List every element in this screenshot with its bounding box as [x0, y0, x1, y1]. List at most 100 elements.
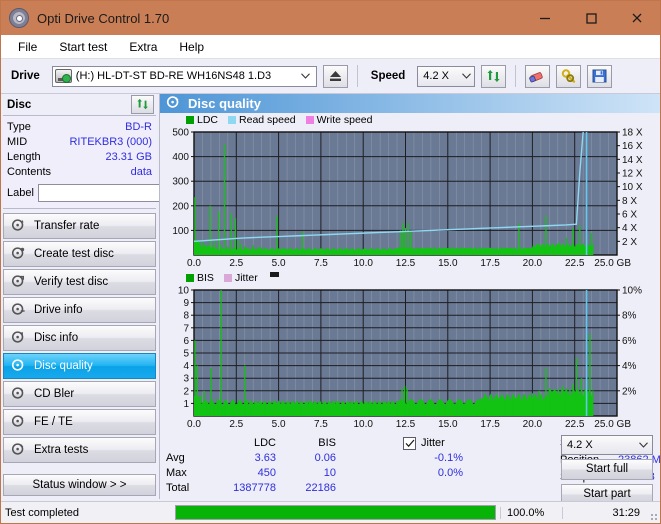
- sidebar: Disc Type BD-R MID RITEKBR3 (000) Length…: [1, 94, 238, 499]
- toolbar: Drive (H:) HL-DT-ST BD-RE WH16NS48 1.D3 …: [1, 59, 660, 94]
- sidebar-item-create-test-disc[interactable]: Create test disc: [3, 241, 156, 267]
- speed-label: Speed: [370, 70, 406, 82]
- close-icon[interactable]: [614, 1, 660, 35]
- sidebar-item-label: Drive info: [34, 304, 83, 316]
- stats-row-label: Avg: [166, 452, 185, 465]
- svg-text:7: 7: [183, 323, 189, 334]
- disc-info-panel: Type BD-R MID RITEKBR3 (000) Length 23.3…: [3, 116, 238, 209]
- svg-text:17.5: 17.5: [480, 419, 500, 430]
- sidebar-item-label: FE / TE: [34, 416, 73, 428]
- stats-avg-bis: 0.06: [314, 452, 336, 465]
- svg-text:15.0: 15.0: [438, 258, 458, 269]
- test-speed-value: 4.2 X: [567, 438, 593, 451]
- sidebar-item-drive-info[interactable]: Drive info: [3, 297, 156, 323]
- svg-text:22.5: 22.5: [565, 419, 585, 430]
- menu-item-extra[interactable]: Extra: [120, 37, 166, 57]
- chart-2-legend: BIS Jitter: [160, 272, 660, 284]
- speed-select-value: 4.2 X: [423, 70, 449, 82]
- disc-info-row-type: Type BD-R: [7, 119, 152, 134]
- sidebar-item-label: Transfer rate: [34, 220, 100, 232]
- sidebar-item-extra-tests[interactable]: Extra tests: [3, 437, 156, 463]
- resize-grip-icon[interactable]: [646, 502, 660, 523]
- disc-type-label: Type: [7, 120, 31, 133]
- svg-text:3: 3: [183, 373, 189, 384]
- disc-mid-value: RITEKBR3 (000): [69, 135, 152, 148]
- speed-select[interactable]: 4.2 X: [417, 65, 476, 87]
- sidebar-item-label: Verify test disc: [34, 276, 109, 288]
- test-speed-select[interactable]: 4.2 X: [561, 434, 653, 455]
- title-bar: Opti Drive Control 1.70: [1, 1, 660, 35]
- svg-text:200: 200: [172, 201, 189, 212]
- svg-text:300: 300: [172, 176, 189, 187]
- chart-1-legend: LDC Read speed Write speed: [160, 113, 660, 126]
- svg-text:14 X: 14 X: [622, 155, 643, 166]
- save-button[interactable]: [587, 64, 613, 88]
- jitter-header: Jitter: [403, 436, 523, 451]
- eject-button[interactable]: [322, 64, 348, 88]
- disc-mid-label: MID: [7, 135, 28, 148]
- sidebar-item-label: Extra tests: [34, 444, 89, 456]
- svg-text:0.0: 0.0: [187, 419, 201, 430]
- svg-text:9: 9: [183, 298, 189, 309]
- window-title: Opti Drive Control 1.70: [37, 10, 170, 26]
- drive-info-icon: [11, 302, 26, 319]
- sidebar-item-fe-te[interactable]: FE / TE: [3, 409, 156, 435]
- maximize-icon[interactable]: [568, 1, 614, 35]
- start-full-button[interactable]: Start full: [561, 458, 653, 480]
- application-window: Opti Drive Control 1.70 File Start test …: [0, 0, 661, 524]
- svg-text:10: 10: [178, 285, 190, 296]
- legend-swatch-read-speed: [228, 115, 237, 124]
- chevron-down-icon: [298, 73, 314, 79]
- main-body: Disc Type BD-R MID RITEKBR3 (000) Length…: [1, 94, 660, 505]
- jitter-value-2: 0.0%: [437, 466, 463, 479]
- panel-header: Disc quality: [160, 94, 660, 113]
- drive-label: Drive: [11, 70, 40, 82]
- sidebar-item-label: Disc quality: [34, 360, 93, 372]
- status-window-button[interactable]: Status window > >: [3, 474, 156, 496]
- svg-text:10%: 10%: [622, 285, 642, 296]
- svg-text:18 X: 18 X: [622, 127, 643, 138]
- drive-icon: [54, 69, 72, 83]
- sidebar-item-transfer-rate[interactable]: Transfer rate: [3, 213, 156, 239]
- disc-type-value: BD-R: [125, 120, 152, 133]
- svg-text:4 X: 4 X: [622, 223, 637, 234]
- menu-item-file[interactable]: File: [9, 37, 46, 57]
- chart-bis-jitter: 0.0 2.5 5.0 7.5 10.0 12.5 15.0 17.5 20.0 22.5 25.0…: [160, 284, 660, 432]
- disc-refresh-button[interactable]: [131, 95, 154, 114]
- svg-text:20.0: 20.0: [523, 419, 543, 430]
- svg-text:12.5: 12.5: [396, 258, 416, 269]
- svg-text:4: 4: [183, 361, 189, 372]
- legend-swatch-write-speed: [305, 115, 314, 124]
- drive-select[interactable]: (H:) HL-DT-ST BD-RE WH16NS48 1.D3: [51, 65, 317, 87]
- svg-text:8%: 8%: [622, 310, 637, 321]
- status-bar: Test completed 100.0% 31:29: [1, 501, 660, 523]
- svg-text:22.5: 22.5: [565, 258, 585, 269]
- test-controls: 4.2 X Start full Start part: [561, 434, 653, 509]
- jitter-checkbox[interactable]: [403, 436, 416, 450]
- fe-te-icon: [11, 414, 26, 431]
- refresh-button[interactable]: [481, 64, 507, 88]
- tools-button[interactable]: [556, 64, 582, 88]
- sidebar-item-verify-test-disc[interactable]: Verify test disc: [3, 269, 156, 295]
- sidebar-item-cd-bler[interactable]: CD Bler: [3, 381, 156, 407]
- legend-swatch-bis: [186, 273, 194, 282]
- menu-item-help[interactable]: Help: [170, 37, 213, 57]
- legend-label-write-speed: Write speed: [316, 113, 373, 126]
- svg-text:2%: 2%: [622, 386, 637, 397]
- legend-label-read-speed: Read speed: [239, 113, 296, 126]
- sidebar-item-disc-info[interactable]: Disc info: [3, 325, 156, 351]
- svg-text:6%: 6%: [622, 336, 637, 347]
- menu-item-start-test[interactable]: Start test: [50, 37, 116, 57]
- disc-verify-icon: [11, 274, 26, 291]
- legend-swatch-ldc: [186, 115, 194, 124]
- svg-text:8: 8: [183, 310, 189, 321]
- extra-tests-icon: [11, 442, 26, 459]
- minimize-icon[interactable]: [522, 1, 568, 35]
- svg-text:4%: 4%: [622, 361, 637, 372]
- erase-button[interactable]: [525, 64, 551, 88]
- toolbar-separator: [356, 65, 358, 87]
- sidebar-item-disc-quality[interactable]: Disc quality: [3, 353, 156, 379]
- window-controls: [522, 1, 660, 35]
- disc-label-label: Label: [7, 187, 34, 199]
- elapsed-time: 31:29: [562, 506, 646, 519]
